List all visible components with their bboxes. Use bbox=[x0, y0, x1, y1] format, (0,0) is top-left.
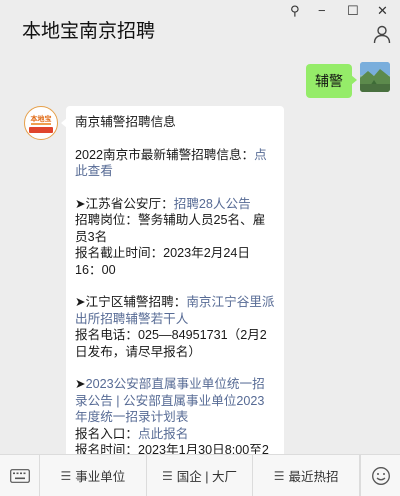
message-paragraph-3: ➤江宁区辅警招聘：南京江宁谷里派出所招聘辅警若干人 报名电话：025—84951… bbox=[75, 294, 276, 360]
p3-prefix: ➤江宁区辅警招聘： bbox=[75, 295, 187, 309]
title-bar: 本地宝南京招聘 ⚲ − ☐ ✕ bbox=[0, 0, 400, 50]
message-paragraph-2: ➤江苏省公安厅：招聘28人公告 招聘岗位：警务辅助人员25名、雇员3名 报名截止… bbox=[75, 196, 276, 279]
message-heading: 南京辅警招聘信息 bbox=[75, 115, 176, 129]
bottom-menu-bar: ☰ 事业单位 ☰ 国企 | 大厂 ☰ 最近热招 bbox=[0, 454, 400, 496]
close-icon[interactable]: ✕ bbox=[377, 4, 388, 18]
minimize-icon[interactable]: − bbox=[318, 4, 326, 18]
menu-item-shiye-danwei[interactable]: ☰ 事业单位 bbox=[40, 455, 147, 496]
chat-area[interactable]: 辅警 本地宝 南京辅警招聘信息 2022南京市最新辅警招聘信息：点此查看 ➤江苏… bbox=[0, 50, 400, 454]
keyboard-icon bbox=[9, 469, 30, 483]
official-account-avatar[interactable]: 本地宝 bbox=[24, 106, 58, 140]
p4-entry-label: 报名入口： bbox=[75, 426, 138, 441]
p4-time: 报名时间：2023年1月30日8:00至2 bbox=[75, 443, 269, 454]
maximize-icon[interactable]: ☐ bbox=[347, 4, 359, 18]
p1-text: 2022南京市最新辅警招聘信息： bbox=[75, 147, 255, 162]
incoming-message-bubble: 南京辅警招聘信息 2022南京市最新辅警招聘信息：点此查看 ➤江苏省公安厅：招聘… bbox=[61, 106, 284, 454]
window-title: 本地宝南京招聘 bbox=[22, 21, 156, 42]
emoji-button[interactable] bbox=[360, 455, 400, 496]
avatar-logo-stripe bbox=[31, 123, 51, 125]
outgoing-message: 辅警 bbox=[306, 62, 390, 98]
pin-icon[interactable]: ⚲ bbox=[290, 4, 300, 18]
p4-entry-link[interactable]: 点此报名 bbox=[138, 427, 188, 441]
menu-item-guoqi-dachang[interactable]: ☰ 国企 | 大厂 bbox=[147, 455, 254, 496]
user-profile-icon[interactable] bbox=[372, 24, 392, 44]
p2-deadline: 报名截止时间：2023年2月24日16：00 bbox=[75, 246, 250, 277]
menu-hamburger-icon: ☰ bbox=[60, 468, 72, 483]
p2-link[interactable]: 招聘28人公告 bbox=[174, 197, 251, 211]
menu-item-zuijin-rezhao[interactable]: ☰ 最近热招 bbox=[253, 455, 361, 496]
outgoing-bubble[interactable]: 辅警 bbox=[306, 64, 357, 98]
menu-item-label: 国企 | 大厂 bbox=[176, 470, 237, 484]
smiley-icon bbox=[371, 467, 390, 485]
avatar-logo-band bbox=[29, 127, 53, 133]
menu-hamburger-icon: ☰ bbox=[162, 468, 173, 483]
p2-post: 招聘岗位：警务辅助人员25名、雇员3名 bbox=[75, 213, 266, 244]
keyboard-toggle-button[interactable] bbox=[0, 455, 40, 496]
message-paragraph-4: ➤2023公安部直属事业单位统一招录公告 | 公安部直属事业单位2023年度统一… bbox=[75, 376, 276, 454]
landscape-avatar-icon bbox=[360, 62, 390, 92]
menu-item-label: 最近热招 bbox=[288, 470, 339, 484]
p2-prefix: ➤江苏省公安厅： bbox=[75, 196, 174, 211]
p3-phone: 报名电话：025—84951731（2月2日发布，请尽早报名） bbox=[75, 328, 267, 359]
message-paragraph-1: 2022南京市最新辅警招聘信息：点此查看 bbox=[75, 147, 276, 180]
p4-prefix: ➤ bbox=[75, 377, 86, 391]
menu-hamburger-icon: ☰ bbox=[273, 468, 285, 483]
p4-link[interactable]: 2023公安部直属事业单位统一招录公告 | 公安部直属事业单位2023年度统一招… bbox=[75, 377, 265, 424]
menu-item-label: 事业单位 bbox=[75, 470, 126, 484]
self-avatar[interactable] bbox=[360, 62, 390, 92]
